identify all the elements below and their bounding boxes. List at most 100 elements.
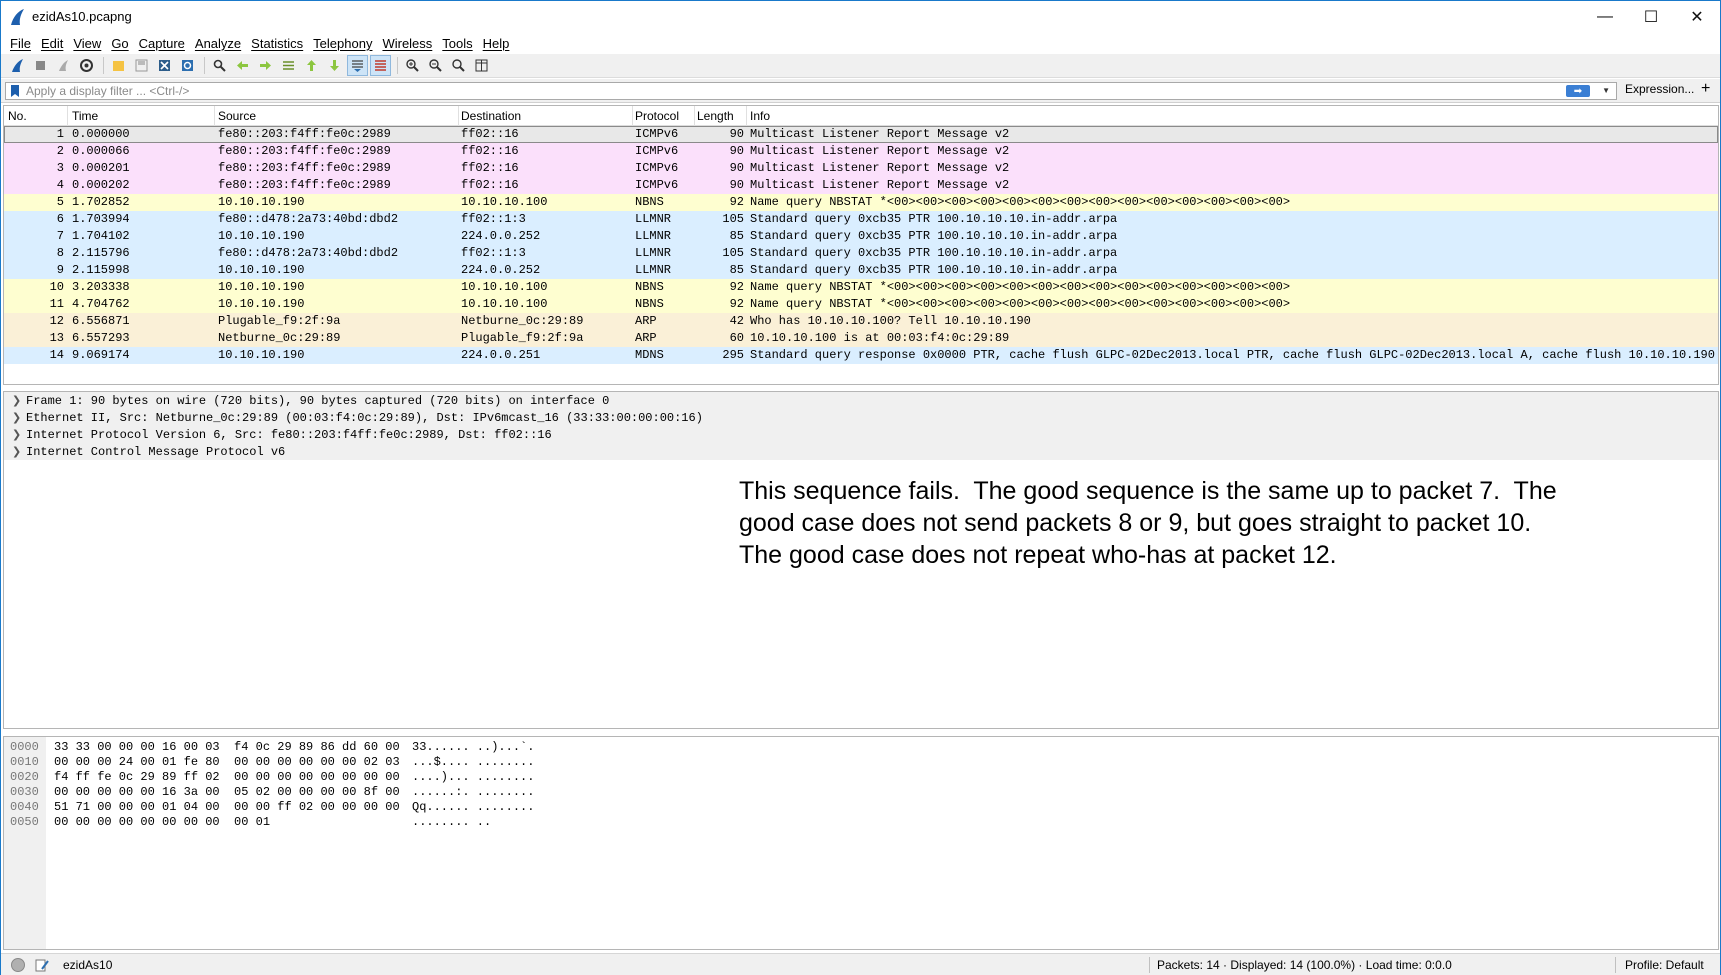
table-row[interactable]: 8 2.115796 fe80::d478:2a73:40bd:dbd2 ff02::… [4,245,1718,262]
byte-hex[interactable]: 33 33 00 00 00 16 00 03 f4 0c 29 89 86 d… [54,740,400,755]
menu-capture[interactable]: Capture [134,36,190,51]
cell-length: 85 [729,229,744,243]
menu-wireless[interactable]: Wireless [377,36,437,51]
start-capture-button[interactable] [7,55,28,76]
restart-capture-button[interactable] [53,55,74,76]
table-row[interactable]: 11 4.704762 10.10.10.190 10.10.10.100 NBNS 92… [4,296,1718,313]
byte-hex[interactable]: f4 ff fe 0c 29 89 ff 02 00 00 00 00 00 0… [54,770,400,785]
maximize-button[interactable]: ☐ [1628,1,1674,32]
save-file-button[interactable] [131,55,152,76]
table-row[interactable]: 3 0.000201 fe80::203:f4ff:fe0c:2989 ff02::1… [4,160,1718,177]
menu-go[interactable]: Go [106,36,133,51]
detail-row-ethernet[interactable]: ❯ Ethernet II, Src: Netburne_0c:29:89 (00… [4,409,1718,426]
byte-ascii[interactable]: ....)... ........ [412,770,534,785]
go-to-packet-button[interactable] [278,55,299,76]
table-row[interactable]: 7 1.704102 10.10.10.190 224.0.0.252 LLMNR 85 S… [4,228,1718,245]
byte-offset: 0040 [10,800,39,814]
cell-time: 0.000201 [72,161,130,175]
apply-filter-button[interactable]: ➡ [1566,85,1590,97]
menu-file[interactable]: File [5,36,36,51]
byte-ascii[interactable]: Qq...... ........ [412,800,534,815]
cell-time: 1.704102 [72,229,130,243]
column-header-source[interactable]: Source [218,109,256,123]
column-divider[interactable] [694,106,695,126]
expert-info-icon[interactable] [11,958,25,972]
byte-hex[interactable]: 00 00 00 00 00 00 00 00 00 01 [54,815,270,830]
column-header-destination[interactable]: Destination [461,109,521,123]
colorize-button[interactable] [370,55,391,76]
stop-capture-button[interactable] [30,55,51,76]
menu-telephony[interactable]: Telephony [308,36,377,51]
menu-edit[interactable]: Edit [36,36,68,51]
table-row[interactable]: 12 6.556871 Plugable_f9:2f:9a Netburne_0c:2… [4,313,1718,330]
chevron-right-icon[interactable]: ❯ [12,409,26,426]
menu-analyze[interactable]: Analyze [190,36,246,51]
find-packet-button[interactable] [209,55,230,76]
table-row[interactable]: 14 9.069174 10.10.10.190 224.0.0.251 MDNS 295… [4,347,1718,364]
table-row[interactable]: 5 1.702852 10.10.10.190 10.10.10.100 NBNS 92 N… [4,194,1718,211]
column-divider[interactable] [67,106,68,126]
column-divider[interactable] [214,106,215,126]
column-header-length[interactable]: Length [697,109,734,123]
table-row[interactable]: 13 6.557293 Netburne_0c:29:89 Plugable_f9:2… [4,330,1718,347]
open-file-button[interactable] [108,55,129,76]
status-profile[interactable]: Profile: Default [1625,958,1704,972]
byte-hex[interactable]: 00 00 00 24 00 01 fe 80 00 00 00 00 00 0… [54,755,400,770]
go-forward-button[interactable] [255,55,276,76]
detail-row-ipv6[interactable]: ❯ Internet Protocol Version 6, Src: fe80:… [4,426,1718,443]
byte-ascii[interactable]: ........ .. [412,815,491,830]
table-row[interactable]: 10 3.203338 10.10.10.190 10.10.10.100 NBNS 92… [4,279,1718,296]
byte-ascii[interactable]: ...$.... ........ [412,755,534,770]
column-divider[interactable] [746,106,747,126]
chevron-right-icon[interactable]: ❯ [12,443,26,460]
detail-row-frame[interactable]: ❯ Frame 1: 90 bytes on wire (720 bits), 9… [4,392,1718,409]
edit-comment-icon[interactable] [34,957,50,973]
menu-help[interactable]: Help [478,36,515,51]
add-filter-button[interactable]: + [1701,80,1710,98]
resize-columns-button[interactable] [471,55,492,76]
chevron-right-icon[interactable]: ❯ [12,392,26,409]
go-back-button[interactable] [232,55,253,76]
zoom-out-button[interactable] [425,55,446,76]
cell-length: 60 [729,331,744,345]
byte-ascii[interactable]: 33...... ..)...`. [412,740,534,755]
chevron-right-icon[interactable]: ❯ [12,426,26,443]
bookmark-icon[interactable] [8,84,22,98]
go-last-button[interactable] [324,55,345,76]
detail-row-icmpv6[interactable]: ❯ Internet Control Message Protocol v6 [4,443,1718,460]
column-header-no[interactable]: No. [8,109,27,123]
display-filter-input[interactable] [26,83,1566,99]
minimize-button[interactable]: — [1582,1,1628,32]
column-header-time[interactable]: Time [72,109,98,123]
column-header-info[interactable]: Info [750,109,770,123]
table-row[interactable]: 1 0.000000 fe80::203:f4ff:fe0c:2989 ff02::1… [4,126,1718,143]
zoom-reset-button[interactable] [448,55,469,76]
expression-button[interactable]: Expression... [1625,82,1694,96]
menu-view[interactable]: View [68,36,106,51]
autoscroll-icon [352,60,363,72]
chevron-down-icon[interactable]: ▼ [1602,86,1610,95]
column-divider[interactable] [458,106,459,126]
capture-options-button[interactable] [76,55,97,76]
table-row[interactable]: 4 0.000202 fe80::203:f4ff:fe0c:2989 ff02::1… [4,177,1718,194]
table-row[interactable]: 6 1.703994 fe80::d478:2a73:40bd:dbd2 ff02::… [4,211,1718,228]
close-file-button[interactable] [154,55,175,76]
cell-protocol: LLMNR [635,246,672,260]
byte-hex[interactable]: 00 00 00 00 00 16 3a 00 05 02 00 00 00 0… [54,785,400,800]
packet-list[interactable]: No. Time Source Destination Protocol Len… [3,105,1719,385]
column-divider[interactable] [632,106,633,126]
byte-ascii[interactable]: ......:. ........ [412,785,534,800]
cell-length: 42 [729,314,744,328]
menu-tools[interactable]: Tools [437,36,477,51]
table-row[interactable]: 2 0.000066 fe80::203:f4ff:fe0c:2989 ff02::1… [4,143,1718,160]
column-header-protocol[interactable]: Protocol [635,109,679,123]
byte-hex[interactable]: 51 71 00 00 00 01 04 00 00 00 ff 02 00 0… [54,800,400,815]
menu-statistics[interactable]: Statistics [246,36,308,51]
autoscroll-button[interactable] [347,55,368,76]
reload-file-button[interactable] [177,55,198,76]
table-row[interactable]: 9 2.115998 10.10.10.190 224.0.0.252 LLMNR 85 S… [4,262,1718,279]
zoom-in-button[interactable] [402,55,423,76]
go-first-button[interactable] [301,55,322,76]
close-button[interactable]: ✕ [1674,1,1720,32]
cell-source: Netburne_0c:29:89 [218,331,341,345]
